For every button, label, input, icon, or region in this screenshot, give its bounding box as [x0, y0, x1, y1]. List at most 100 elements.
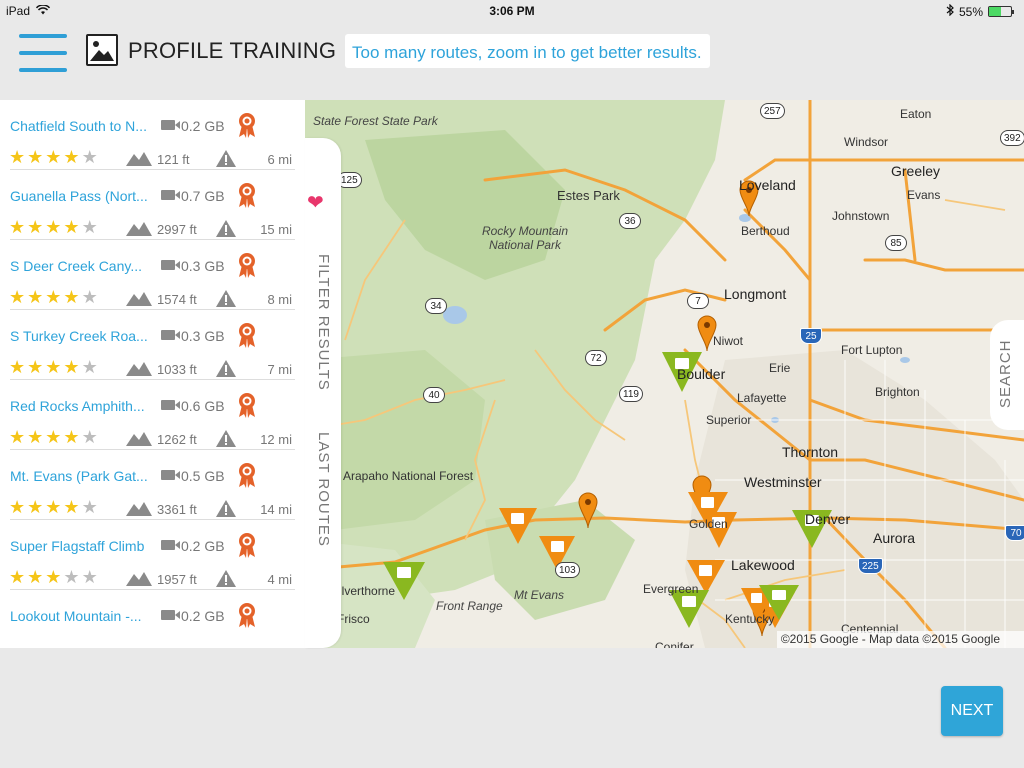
video-icon: [161, 610, 180, 620]
status-bar: iPad 3:06 PM 55%: [0, 0, 1024, 22]
map-label: Thornton: [782, 444, 839, 460]
road-icon: [216, 500, 236, 517]
route-name[interactable]: S Deer Creek Cany...: [10, 258, 152, 274]
star-icon: ★: [81, 497, 98, 517]
map-label: Conifer: [655, 640, 694, 648]
star-icon: ★: [81, 567, 98, 587]
award-icon: [236, 532, 258, 558]
route-name[interactable]: Super Flagstaff Climb: [10, 538, 152, 554]
map-label: Johnstown: [832, 209, 890, 223]
next-button[interactable]: NEXT: [941, 686, 1003, 736]
rating-stars: ★ ★ ★ ★ ★: [9, 218, 98, 236]
highway-shield: 392: [1000, 130, 1024, 146]
map-label: State Forest State Park: [313, 114, 438, 128]
route-item[interactable]: Chatfield South to N... 0.2 GB ★ ★ ★ ★ ★ 121 ft…: [0, 100, 305, 170]
road-icon: [216, 430, 236, 447]
mountain-icon: [126, 150, 152, 171]
route-name[interactable]: Lookout Mountain -...: [10, 608, 152, 624]
route-distance: 12 mi: [260, 432, 292, 447]
route-size: 0.7 GB: [181, 188, 225, 204]
route-size: 0.3 GB: [181, 258, 225, 274]
video-icon: [161, 190, 180, 200]
route-distance: 8 mi: [267, 292, 292, 307]
video-icon: [161, 260, 180, 270]
star-icon: ★: [9, 497, 26, 517]
route-item[interactable]: Guanella Pass (Nort... 0.7 GB ★ ★ ★ ★ ★ 2997 ft…: [0, 170, 305, 240]
star-icon: ★: [63, 497, 80, 517]
map-label: Loveland: [739, 177, 796, 193]
route-name[interactable]: S Turkey Creek Roa...: [10, 328, 152, 344]
star-icon: ★: [45, 427, 62, 447]
route-elevation: 2997 ft: [157, 222, 197, 237]
header: PROFILE TRAINING Too many routes, zoom i…: [0, 22, 1024, 96]
mountain-icon: [126, 290, 152, 311]
highway-shield: 7: [687, 293, 709, 309]
star-icon: ★: [27, 497, 44, 517]
star-icon: ★: [81, 147, 98, 167]
rating-stars: ★ ★ ★ ★ ★: [9, 568, 98, 586]
route-item[interactable]: S Deer Creek Cany... 0.3 GB ★ ★ ★ ★ ★ 1574 ft 8 …: [0, 240, 305, 310]
star-icon: ★: [9, 567, 26, 587]
route-size: 0.3 GB: [181, 328, 225, 344]
video-icon: [161, 330, 180, 340]
route-name[interactable]: Chatfield South to N...: [10, 118, 152, 134]
route-item[interactable]: Red Rocks Amphith... 0.6 GB ★ ★ ★ ★ ★ 1262 ft 12…: [0, 380, 305, 450]
image-icon: [86, 34, 118, 66]
map-label: Windsor: [844, 135, 889, 149]
heart-icon[interactable]: ❤: [307, 190, 324, 215]
route-item[interactable]: Super Flagstaff Climb 0.2 GB ★ ★ ★ ★ ★ 1957 ft 4…: [0, 520, 305, 590]
star-icon: ★: [9, 287, 26, 307]
tab-filter-results[interactable]: FILTER RESULTS: [315, 254, 332, 391]
award-icon: [236, 602, 258, 628]
highway-shield: 25: [800, 328, 822, 344]
route-name[interactable]: Red Rocks Amphith...: [10, 398, 152, 414]
star-icon: ★: [63, 567, 80, 587]
menu-icon[interactable]: [19, 34, 67, 72]
route-item[interactable]: Lookout Mountain -... 0.2 GB: [0, 590, 305, 648]
map-label: Niwot: [713, 334, 744, 348]
map[interactable]: State Forest State Park Estes Park Rocky…: [305, 100, 1024, 648]
map-label: Greeley: [891, 163, 941, 179]
star-icon: ★: [45, 567, 62, 587]
route-elevation: 1574 ft: [157, 292, 197, 307]
highway-shield: 103: [555, 562, 580, 578]
route-elevation: 1957 ft: [157, 572, 197, 587]
map-label: Lafayette: [737, 391, 787, 405]
map-label: Eaton: [900, 107, 932, 121]
search-tab-label[interactable]: SEARCH: [997, 339, 1014, 408]
route-list: Chatfield South to N... 0.2 GB ★ ★ ★ ★ ★ 121 ft…: [0, 100, 305, 648]
route-name[interactable]: Mt. Evans (Park Gat...: [10, 468, 152, 484]
zoom-hint: Too many routes, zoom in to get better r…: [345, 34, 710, 68]
map-label: Erie: [769, 361, 791, 375]
star-icon: ★: [27, 147, 44, 167]
star-icon: ★: [45, 287, 62, 307]
road-icon: [216, 220, 236, 237]
mountain-icon: [126, 220, 152, 241]
route-distance: 14 mi: [260, 502, 292, 517]
map-label: Superior: [706, 413, 752, 427]
star-icon: ★: [63, 147, 80, 167]
highway-shield: 40: [423, 387, 445, 403]
star-icon: ★: [27, 567, 44, 587]
highway-shield: 34: [425, 298, 447, 314]
battery-icon: [988, 6, 1014, 17]
video-icon: [161, 120, 180, 130]
map-label: Frisco: [337, 612, 370, 626]
map-label: Estes Park: [557, 188, 620, 203]
star-icon: ★: [27, 427, 44, 447]
road-icon: [216, 290, 236, 307]
status-time: 3:06 PM: [489, 4, 535, 18]
route-item[interactable]: Mt. Evans (Park Gat... 0.5 GB ★ ★ ★ ★ ★ 3361 ft…: [0, 450, 305, 520]
map-label: Lakewood: [731, 557, 795, 573]
route-name[interactable]: Guanella Pass (Nort...: [10, 188, 152, 204]
video-icon: [161, 400, 180, 410]
bluetooth-icon: [946, 3, 954, 19]
rating-stars: ★ ★ ★ ★ ★: [9, 428, 98, 446]
tab-last-routes[interactable]: LAST ROUTES: [315, 432, 332, 547]
route-size: 0.6 GB: [181, 398, 225, 414]
route-item[interactable]: S Turkey Creek Roa... 0.3 GB ★ ★ ★ ★ ★ 1033 ft 7…: [0, 310, 305, 380]
map-label: Front Range: [436, 599, 503, 613]
award-icon: [236, 182, 258, 208]
rating-stars: ★ ★ ★ ★ ★: [9, 358, 98, 376]
road-icon: [216, 360, 236, 377]
